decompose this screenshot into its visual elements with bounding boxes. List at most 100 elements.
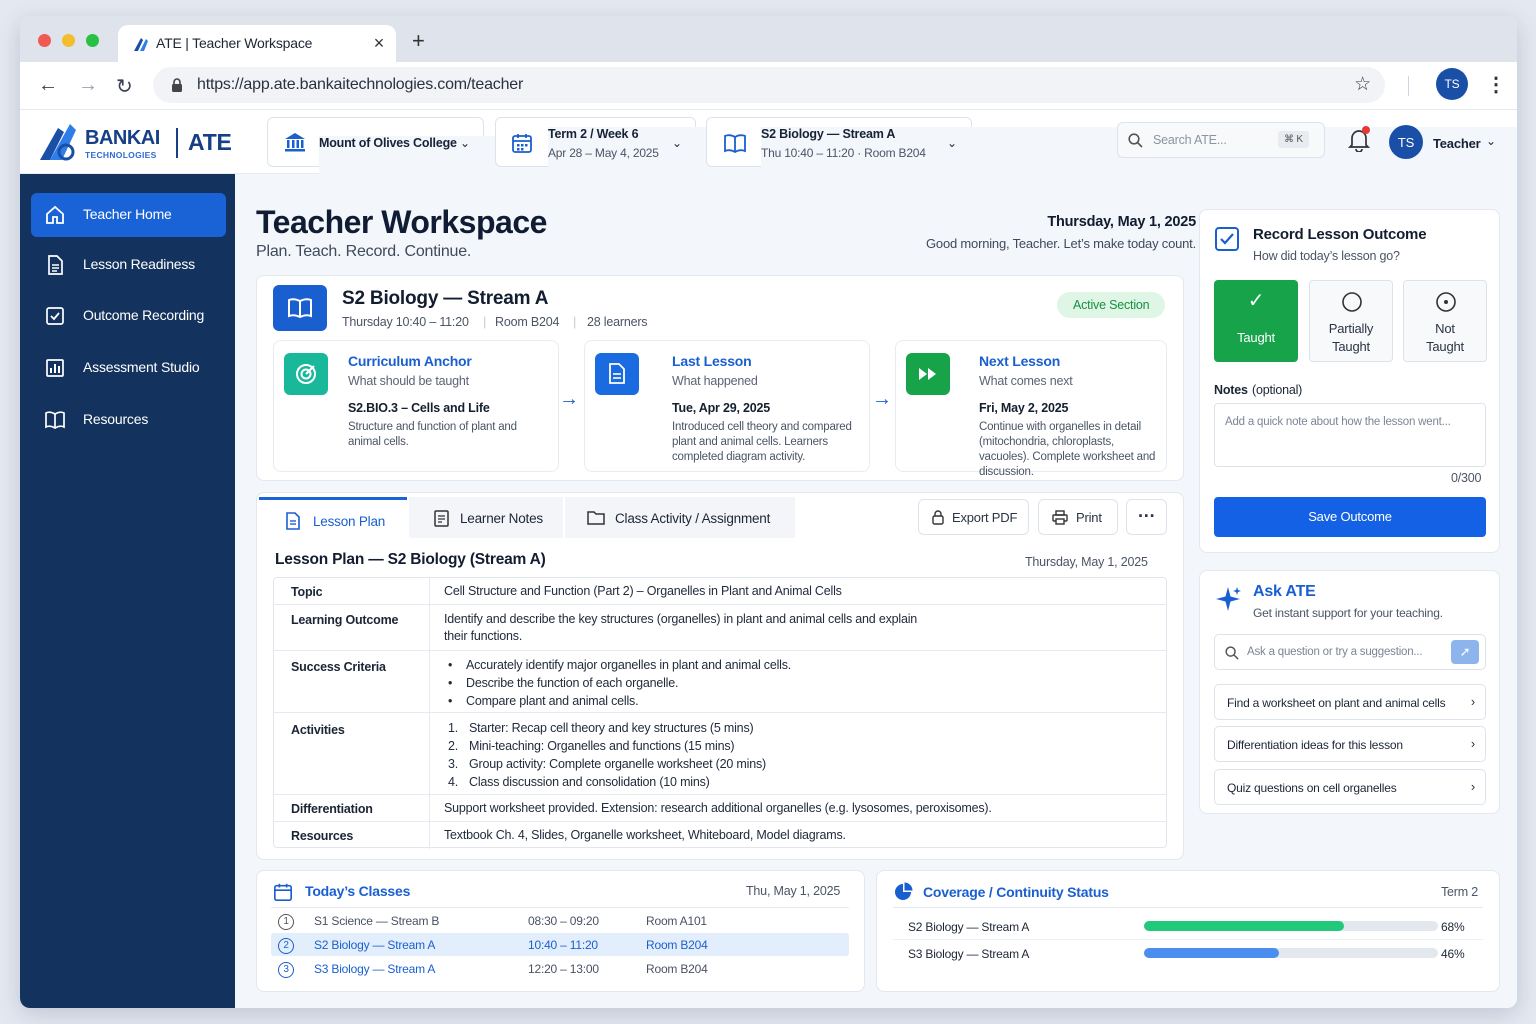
class-time: 10:40 – 11:20 bbox=[528, 938, 598, 952]
coverage-bar-track bbox=[1144, 921, 1438, 931]
class-room: Room B204 bbox=[646, 938, 708, 952]
class-row[interactable]: 3 S3 Biology — Stream A 12:20 – 13:00 Ro… bbox=[271, 957, 849, 980]
lock-icon bbox=[172, 78, 182, 92]
new-tab-icon[interactable]: + bbox=[412, 28, 425, 54]
calendar-icon bbox=[512, 134, 532, 153]
chevron-down-icon: ⌄ bbox=[672, 136, 682, 150]
character-counter: 0/300 bbox=[1451, 471, 1482, 485]
export-pdf-button[interactable]: Export PDF bbox=[918, 499, 1029, 535]
send-button[interactable]: ➚ bbox=[1451, 640, 1479, 664]
section-learners: 28 learners bbox=[587, 315, 648, 329]
divider bbox=[271, 907, 849, 908]
home-icon bbox=[46, 205, 64, 224]
tab-class-activity[interactable]: Class Activity / Assignment bbox=[565, 497, 795, 538]
minimize-window-button[interactable] bbox=[62, 34, 75, 47]
save-outcome-button[interactable]: Save Outcome bbox=[1214, 497, 1486, 537]
row-key: Activities bbox=[291, 723, 345, 737]
notes-textarea[interactable]: Add a quick note about how the lesson we… bbox=[1214, 403, 1486, 467]
more-options-button[interactable]: ··· bbox=[1126, 499, 1167, 535]
user-name[interactable]: Teacher bbox=[1433, 136, 1481, 151]
search-box[interactable]: Search ATE... ⌘ K bbox=[1117, 122, 1325, 158]
suggestion-item[interactable]: Find a worksheet on plant and animal cel… bbox=[1214, 684, 1486, 720]
ask-input[interactable]: Ask a question or try a suggestion... ➚ bbox=[1214, 634, 1486, 670]
class-row-active[interactable]: 2 S2 Biology — Stream A 10:40 – 11:20 Ro… bbox=[271, 933, 849, 956]
sidebar-item-assessment-studio[interactable]: Assessment Studio bbox=[31, 346, 226, 390]
next-lesson-card[interactable]: Next Lesson What comes next Fri, May 2, … bbox=[895, 340, 1167, 478]
tab-lesson-plan[interactable]: Lesson Plan bbox=[259, 497, 407, 538]
maximize-window-button[interactable] bbox=[86, 34, 99, 47]
class-room: Room A101 bbox=[646, 914, 707, 928]
notifications-button[interactable] bbox=[1347, 126, 1371, 153]
last-lesson-card[interactable]: Last Lesson What happened Tue, Apr 29, 2… bbox=[584, 340, 870, 472]
sidebar-item-lesson-readiness[interactable]: Lesson Readiness bbox=[31, 243, 226, 287]
browser-tab[interactable]: ATE | Teacher Workspace × bbox=[118, 25, 396, 62]
class-time: 12:20 – 13:00 bbox=[528, 962, 599, 976]
url-text: https://app.ate.bankaitechnologies.com/t… bbox=[197, 76, 524, 93]
bookmark-star-icon[interactable]: ☆ bbox=[1354, 73, 1371, 96]
lock-icon bbox=[932, 510, 944, 525]
back-icon[interactable]: ← bbox=[38, 74, 58, 97]
greeting: Good morning, Teacher. Let’s make today … bbox=[926, 236, 1196, 251]
product-name: ATE bbox=[188, 129, 232, 155]
list-item: Accurately identify major organelles in … bbox=[466, 658, 792, 672]
book-icon bbox=[724, 134, 746, 153]
sidebar-item-outcome-recording[interactable]: Outcome Recording bbox=[31, 294, 226, 338]
table-row: Topic Cell Structure and Function (Part … bbox=[274, 578, 1166, 605]
coverage-bar-fill bbox=[1144, 948, 1280, 958]
row-number: 2 bbox=[278, 938, 294, 954]
todays-classes-panel: Today’s Classes Thu, May 1, 2025 1 S1 Sc… bbox=[256, 870, 865, 992]
sidebar-item-teacher-home[interactable]: Teacher Home bbox=[31, 193, 226, 237]
class-selector[interactable]: S2 Biology — Stream A Thu 10:40 – 11:20 … bbox=[706, 117, 1517, 961]
sidebar-item-resources[interactable]: Resources bbox=[31, 398, 226, 442]
term-selector[interactable]: Term 2 / Week 6 Apr 28 – May 4, 2025 ⌄ bbox=[495, 117, 1517, 961]
panel-date: Thu, May 1, 2025 bbox=[746, 884, 841, 898]
close-tab-icon[interactable]: × bbox=[374, 33, 385, 54]
list-number: 3. bbox=[448, 757, 459, 771]
more-icon: ··· bbox=[1138, 506, 1156, 526]
address-bar[interactable]: https://app.ate.bankaitechnologies.com/t… bbox=[153, 67, 1385, 103]
suggestion-item[interactable]: Quiz questions on cell organelles › bbox=[1214, 769, 1486, 805]
outcome-not-taught-option[interactable]: Not Taught bbox=[1403, 280, 1487, 362]
class-name: S3 Biology — Stream A bbox=[314, 962, 436, 976]
bullet: • bbox=[448, 694, 453, 708]
button-label: Print bbox=[1076, 510, 1102, 525]
close-window-button[interactable] bbox=[38, 34, 51, 47]
class-row[interactable]: 1 S1 Science — Stream B 08:30 – 09:20 Ro… bbox=[271, 909, 849, 932]
user-avatar[interactable]: TS bbox=[1389, 125, 1423, 159]
target-icon bbox=[284, 353, 328, 395]
tab-label: Learner Notes bbox=[460, 511, 543, 526]
row-key: Topic bbox=[291, 585, 323, 599]
table-row: Differentiation Support worksheet provid… bbox=[274, 795, 1166, 822]
browser-toolbar: ← → ↻ https://app.ate.bankaitechnologies… bbox=[20, 62, 1517, 110]
browser-menu-icon[interactable]: ⋮ bbox=[1486, 72, 1506, 97]
reload-icon[interactable]: ↻ bbox=[116, 74, 133, 99]
suggestion-item[interactable]: Differentiation ideas for this lesson › bbox=[1214, 726, 1486, 762]
active-section-card: S2 Biology — Stream A Thursday 10:40 – 1… bbox=[256, 275, 1184, 481]
brand-name: BANKAI bbox=[85, 127, 160, 149]
coverage-percent: 46% bbox=[1441, 947, 1465, 961]
browser-profile-avatar[interactable]: TS bbox=[1436, 68, 1468, 100]
print-button[interactable]: Print bbox=[1038, 499, 1118, 535]
bar-chart-icon bbox=[46, 359, 64, 377]
lesson-plan-panel: Lesson Plan Learner Notes Class Activity… bbox=[256, 492, 1184, 860]
school-selector[interactable]: Mount of Olives College ⌄ bbox=[267, 117, 1517, 970]
record-outcome-panel: Record Lesson Outcome How did today’s le… bbox=[1199, 209, 1500, 553]
panel-title: Ask ATE bbox=[1253, 583, 1316, 600]
curriculum-anchor-card[interactable]: Curriculum Anchor What should be taught … bbox=[273, 340, 559, 472]
row-key: Learning Outcome bbox=[291, 613, 399, 627]
row-key: Resources bbox=[291, 829, 354, 843]
suggestion-label: Find a worksheet on plant and animal cel… bbox=[1227, 696, 1446, 710]
separator: | bbox=[573, 314, 577, 329]
chevron-down-icon[interactable]: ⌄ bbox=[1486, 134, 1496, 148]
card-subtitle: What happened bbox=[672, 374, 758, 388]
calendar-icon bbox=[274, 883, 292, 901]
outcome-taught-option[interactable]: ✓ Taught bbox=[1214, 280, 1298, 362]
class-time-room: Thu 10:40 – 11:20 · Room B204 bbox=[761, 146, 926, 160]
page-title: Teacher Workspace bbox=[256, 204, 547, 240]
option-label: Taught bbox=[1332, 339, 1370, 354]
tab-learner-notes[interactable]: Learner Notes bbox=[409, 497, 563, 538]
status-badge: Active Section bbox=[1057, 292, 1166, 318]
section-time: Thursday 10:40 – 11:20 bbox=[342, 315, 469, 329]
forward-icon[interactable]: → bbox=[78, 74, 98, 97]
outcome-partially-taught-option[interactable]: Partially Taught bbox=[1309, 280, 1393, 362]
